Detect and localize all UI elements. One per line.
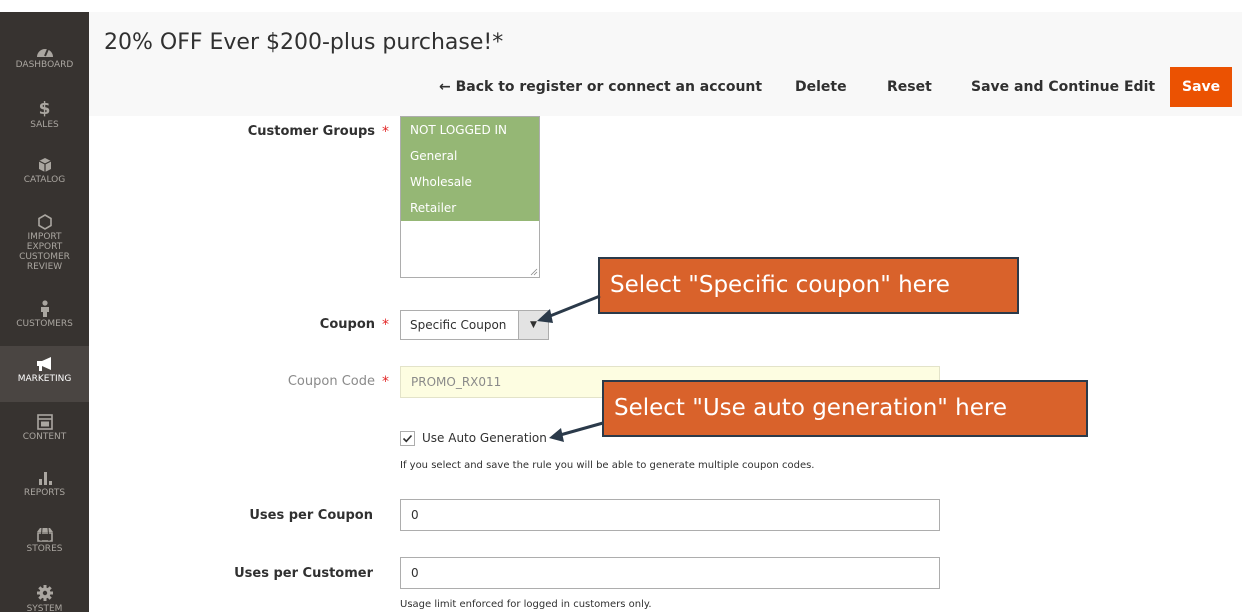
arrow-to-auto-generation (549, 421, 604, 442)
callout-arrows (537, 294, 604, 442)
arrow-to-coupon-select (537, 294, 601, 323)
